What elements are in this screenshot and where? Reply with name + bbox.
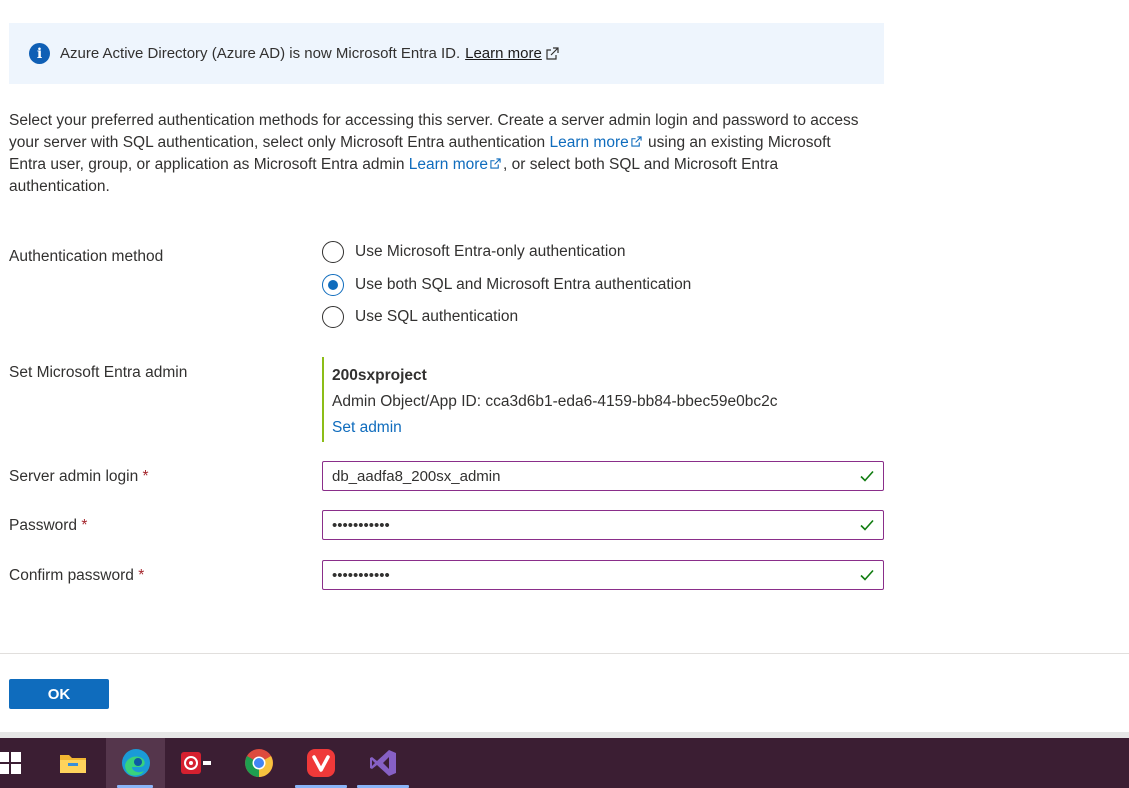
visual-studio-icon	[370, 750, 396, 776]
vivaldi-icon	[307, 749, 335, 777]
set-admin-link[interactable]: Set admin	[332, 415, 778, 441]
checkmark-icon	[860, 470, 874, 482]
radio-label: Use SQL authentication	[355, 308, 519, 325]
folder-icon	[60, 755, 86, 773]
admin-object-id: Admin Object/App ID: cca3d6b1-eda6-4159-…	[332, 393, 778, 410]
entra-admin-box: 200sxproject Admin Object/App ID: cca3d6…	[322, 357, 778, 442]
taskbar	[0, 738, 1129, 788]
banner-text: Azure Active Directory (Azure AD) is now…	[60, 45, 461, 62]
auth-method-label: Authentication method	[9, 248, 164, 265]
server-admin-login-label: Server admin login *	[9, 468, 149, 486]
footer-divider	[0, 653, 1129, 654]
radio-circle[interactable]	[322, 241, 344, 263]
external-link-icon	[546, 46, 559, 60]
checkmark-icon	[860, 569, 874, 581]
server-admin-login-label-text: Server admin login	[9, 468, 139, 485]
required-asterisk: *	[142, 468, 149, 485]
windows-start-button[interactable]	[0, 738, 36, 788]
required-asterisk: *	[138, 567, 145, 584]
edge-icon	[121, 749, 150, 777]
confirm-password-label-text: Confirm password	[9, 567, 134, 584]
checkmark-icon	[860, 519, 874, 531]
radio-label: Use Microsoft Entra-only authentication	[355, 243, 626, 260]
taskbar-vivaldi[interactable]	[295, 738, 347, 788]
radio-label: Use both SQL and Microsoft Entra authent…	[355, 276, 692, 293]
external-link-icon	[490, 158, 501, 169]
radio-circle-selected[interactable]	[322, 274, 344, 296]
password-input[interactable]	[332, 516, 842, 534]
admin-name: 200sxproject	[332, 367, 427, 384]
info-icon: i	[29, 43, 50, 64]
desc-learn-more-link-1[interactable]: Learn more	[549, 134, 628, 151]
taskbar-app-red[interactable]	[170, 738, 222, 788]
password-label: Password *	[9, 517, 87, 535]
desc-learn-more-link-2[interactable]: Learn more	[409, 156, 488, 173]
server-admin-login-field[interactable]	[322, 461, 884, 491]
banner-learn-more-link[interactable]: Learn more	[465, 45, 542, 62]
windows-logo-icon	[0, 752, 21, 774]
taskbar-edge[interactable]	[106, 738, 165, 788]
confirm-password-label: Confirm password *	[9, 567, 144, 585]
chrome-icon	[245, 749, 273, 777]
auth-description: Select your preferred authentication met…	[9, 110, 864, 198]
radio-dot	[328, 280, 338, 290]
required-asterisk: *	[81, 517, 88, 534]
radio-sql-and-entra[interactable]: Use both SQL and Microsoft Entra authent…	[322, 274, 691, 296]
radio-sql-only[interactable]: Use SQL authentication	[322, 306, 518, 328]
app-red-icon	[181, 752, 211, 774]
confirm-password-input[interactable]	[332, 566, 842, 584]
radio-circle[interactable]	[322, 306, 344, 328]
confirm-password-field[interactable]	[322, 560, 884, 590]
server-admin-login-input[interactable]	[332, 467, 842, 485]
info-banner: i Azure Active Directory (Azure AD) is n…	[9, 23, 884, 84]
ok-button[interactable]: OK	[9, 679, 109, 709]
taskbar-visual-studio[interactable]	[357, 738, 409, 788]
taskbar-file-explorer[interactable]	[47, 738, 99, 788]
entra-admin-label: Set Microsoft Entra admin	[9, 364, 188, 381]
external-link-icon	[631, 136, 642, 147]
password-field[interactable]	[322, 510, 884, 540]
radio-entra-only[interactable]: Use Microsoft Entra-only authentication	[322, 241, 626, 263]
password-label-text: Password	[9, 517, 78, 534]
taskbar-chrome[interactable]	[233, 738, 285, 788]
